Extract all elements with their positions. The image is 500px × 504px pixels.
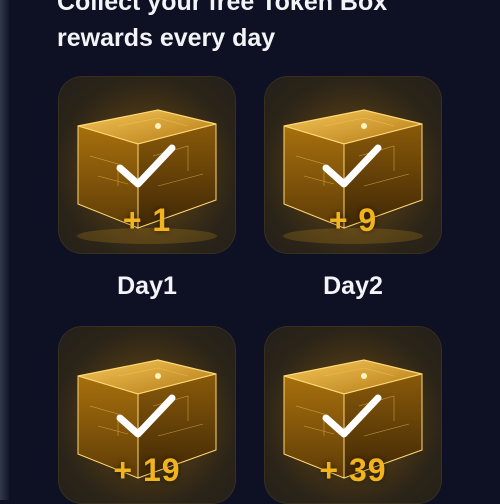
scroll-edge [0, 0, 9, 500]
reward-card-day1[interactable]: + 1 [58, 76, 236, 254]
reward-card-day2[interactable]: + 9 [264, 76, 442, 254]
reward-card-day3[interactable]: + 19 [58, 326, 236, 504]
day-label: Day1 [117, 272, 177, 300]
title-line-1: Collect your free Token Box [57, 0, 388, 16]
check-icon [322, 144, 382, 188]
page-title: Collect your free Token Box rewards ever… [57, 0, 487, 56]
check-icon [116, 394, 176, 438]
reward-card-day4[interactable]: + 39 [264, 326, 442, 504]
reward-amount: + 9 [328, 202, 378, 238]
day-label: Day2 [323, 272, 383, 300]
reward-amount: + 19 [113, 452, 181, 488]
check-icon [322, 394, 382, 438]
title-line-2: rewards every day [57, 24, 276, 52]
reward-amount: + 1 [122, 202, 172, 238]
check-icon [116, 144, 176, 188]
reward-amount: + 39 [319, 452, 387, 488]
